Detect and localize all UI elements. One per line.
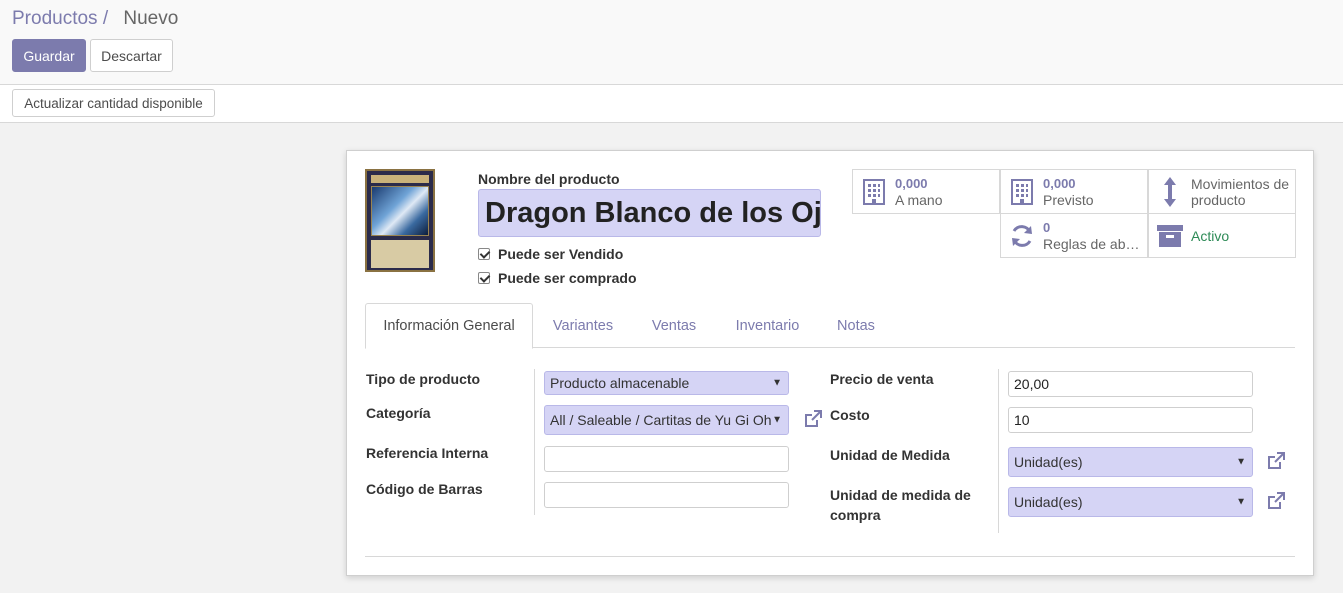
product-type-select[interactable]: Producto almacenable ▼ (544, 371, 789, 395)
product-type-value: Producto almacenable (550, 375, 690, 391)
can-be-sold-label: Puede ser Vendido (498, 246, 624, 262)
discard-button[interactable]: Descartar (90, 39, 173, 72)
building-icon (861, 178, 887, 206)
dropdown-caret-icon: ▼ (1236, 496, 1246, 508)
sale-price-input[interactable]: 20,00 (1008, 371, 1253, 397)
uom-label: Unidad de Medida (830, 447, 950, 463)
purchase-uom-select[interactable]: Unidad(es) ▼ (1008, 487, 1253, 517)
cost-input[interactable]: 10 (1008, 407, 1253, 433)
dropdown-caret-icon: ▼ (772, 377, 782, 389)
card-text-box (371, 240, 429, 268)
archive-icon (1157, 222, 1183, 250)
update-quantity-button[interactable]: Actualizar cantidad disponible (12, 89, 215, 117)
can-be-purchased-label: Puede ser comprado (498, 270, 637, 286)
internal-reference-input[interactable] (544, 446, 789, 472)
uom-external-link-icon[interactable] (1264, 449, 1288, 473)
on-hand-button[interactable]: 0,000 A mano (852, 169, 1000, 214)
barcode-label: Código de Barras (366, 481, 483, 497)
left-group-divider (534, 369, 535, 515)
stock-moves-label: Movimientos de producto (1191, 175, 1290, 208)
uom-value: Unidad(es) (1014, 454, 1083, 470)
breadcrumb-parent[interactable]: Productos (12, 8, 98, 29)
breadcrumb-current: Nuevo (123, 8, 179, 29)
smart-button-box: 0,000 A mano 0,000 Previsto Movimientos … (852, 169, 1296, 259)
sale-price-label: Precio de venta (830, 371, 934, 387)
forecast-value: 0,000 (1043, 175, 1076, 191)
can-be-sold-checkbox[interactable] (478, 248, 490, 260)
breadcrumb: Productos / Nuevo (12, 8, 178, 30)
product-name-input[interactable]: Dragon Blanco de los Ojos Azules (478, 189, 821, 237)
forecast-button[interactable]: 0,000 Previsto (1000, 169, 1148, 214)
breadcrumb-separator: / (102, 8, 109, 29)
can-be-purchased-row[interactable]: Puede ser comprado (478, 270, 637, 286)
product-name-label: Nombre del producto (478, 171, 620, 187)
purchase-uom-value: Unidad(es) (1014, 494, 1083, 510)
product-image[interactable] (365, 169, 435, 272)
card-title-strip (371, 175, 429, 183)
notebook-tabs: Información General Variantes Ventas Inv… (365, 303, 1295, 349)
tab-inventory[interactable]: Inventario (715, 303, 820, 348)
reordering-rules-button[interactable]: 0 Reglas de abastecimiento (1000, 213, 1148, 258)
category-value: All / Saleable / Cartitas de Yu Gi Oh (550, 412, 772, 428)
control-panel: Productos / Nuevo Guardar Descartar (0, 0, 1343, 85)
save-button[interactable]: Guardar (12, 39, 86, 72)
tab-variants[interactable]: Variantes (533, 303, 633, 348)
tab-notes[interactable]: Notas (822, 303, 890, 348)
reordering-rules-label: Reglas de abastecimiento (1043, 235, 1145, 252)
cost-label: Costo (830, 407, 870, 423)
card-artwork (371, 186, 429, 236)
right-group-divider (998, 369, 999, 533)
tab-general-info[interactable]: Información General (365, 303, 533, 349)
sheet-bottom-divider (365, 556, 1295, 557)
category-external-link-icon[interactable] (801, 407, 825, 431)
reordering-rules-value: 0 (1043, 219, 1051, 235)
stock-moves-button[interactable]: Movimientos de producto (1148, 169, 1296, 214)
dropdown-caret-icon: ▼ (772, 414, 782, 426)
product-type-label: Tipo de producto (366, 371, 481, 387)
form-sheet: Nombre del producto Dragon Blanco de los… (346, 150, 1314, 576)
tab-sales[interactable]: Ventas (635, 303, 713, 348)
internal-reference-label: Referencia Interna (366, 445, 489, 461)
vertical-arrows-icon (1157, 176, 1183, 207)
purchase-uom-external-link-icon[interactable] (1264, 489, 1288, 513)
statusbar: Actualizar cantidad disponible (0, 85, 1343, 123)
dropdown-caret-icon: ▼ (1236, 456, 1246, 468)
active-toggle-button[interactable]: Activo (1148, 213, 1296, 258)
category-select[interactable]: All / Saleable / Cartitas de Yu Gi Oh ▼ (544, 405, 789, 435)
building-icon (1009, 178, 1035, 206)
on-hand-label: A mano (895, 191, 943, 208)
category-label: Categoría (366, 405, 431, 421)
can-be-sold-row[interactable]: Puede ser Vendido (478, 246, 623, 262)
forecast-label: Previsto (1043, 191, 1094, 208)
barcode-input[interactable] (544, 482, 789, 508)
refresh-icon (1009, 222, 1035, 250)
on-hand-value: 0,000 (895, 175, 928, 191)
can-be-purchased-checkbox[interactable] (478, 272, 490, 284)
uom-select[interactable]: Unidad(es) ▼ (1008, 447, 1253, 477)
purchase-uom-label: Unidad de medida de compra (830, 487, 971, 523)
active-label: Activo (1191, 227, 1230, 244)
